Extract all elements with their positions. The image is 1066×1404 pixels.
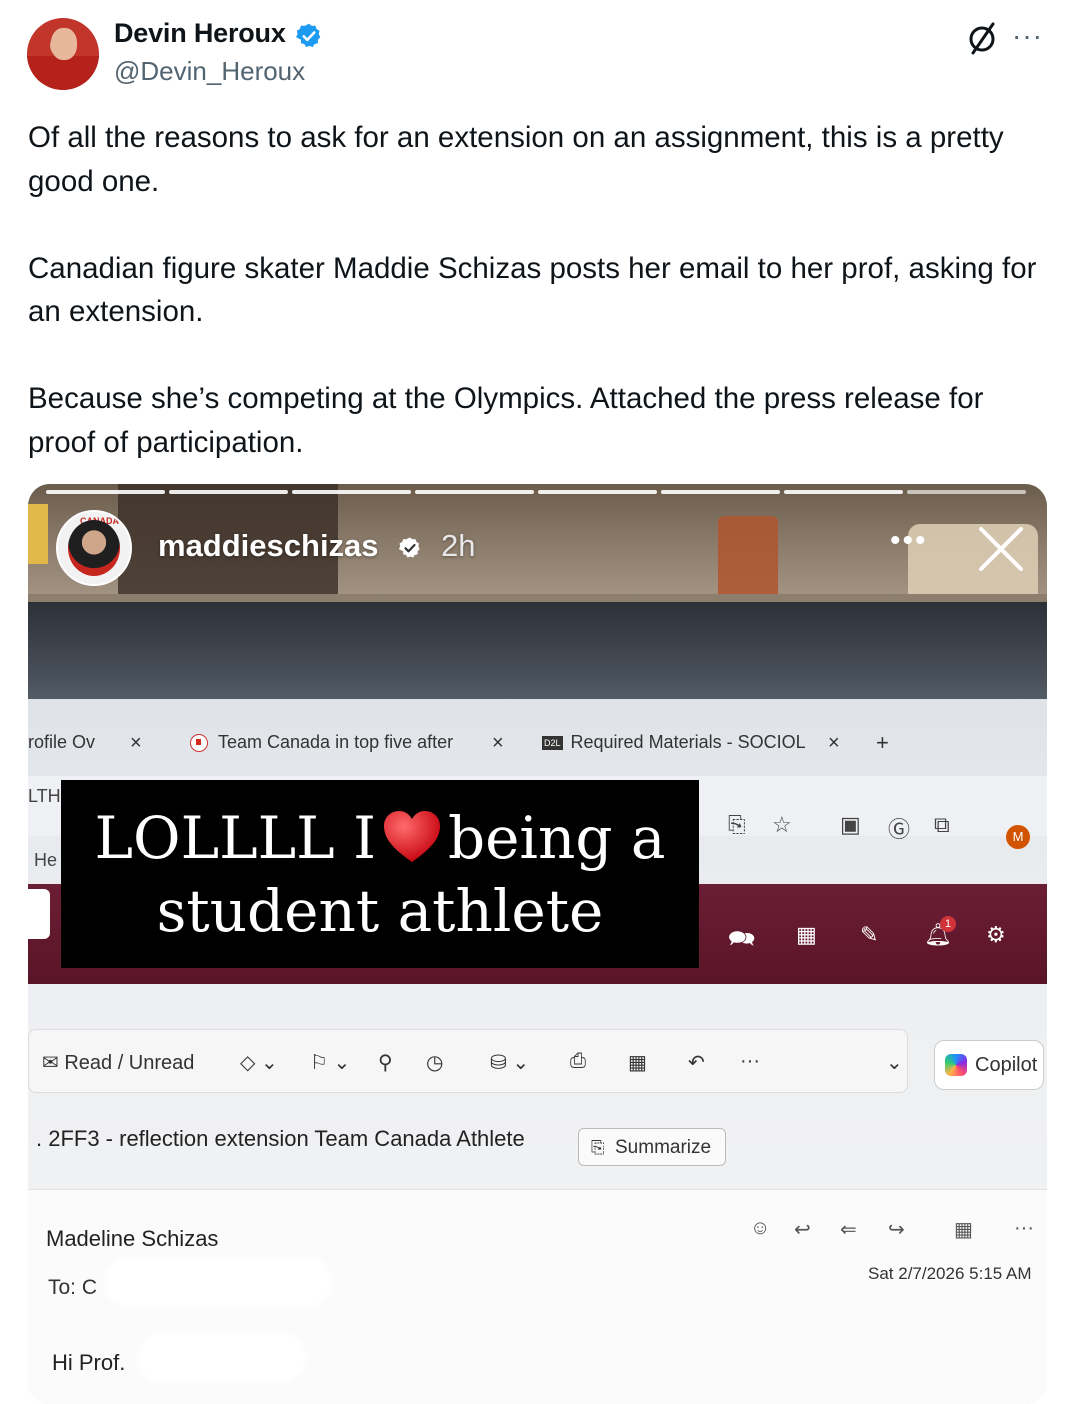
summarize-button[interactable]: ⎘ Summarize (578, 1128, 726, 1166)
story-caption: LOLLLL I being a student athlete (61, 780, 699, 968)
progress-segment (907, 490, 1026, 494)
avatar-shirt (27, 56, 99, 90)
caption-line-2: student athlete (156, 877, 604, 945)
read-unread-button[interactable]: ✉ Read / Unread (42, 1050, 194, 1075)
summarize-icon: ⎘ (591, 1138, 605, 1157)
progress-segment (415, 490, 534, 494)
profile-avatar[interactable]: M (1006, 825, 1030, 849)
my-day-icon[interactable]: ✎ (860, 922, 878, 948)
plant-pot (718, 516, 778, 606)
install-app-icon[interactable]: ⎘ (728, 812, 746, 838)
email-sender[interactable]: Madeline Schizas (46, 1226, 218, 1252)
envelope-icon: ✉ (42, 1052, 59, 1074)
author-name[interactable]: Devin Heroux (114, 18, 286, 49)
tweet-paragraph-2: Canadian figure skater Maddie Schizas po… (28, 251, 1037, 329)
chat-icon[interactable]: 🗪 (728, 922, 755, 960)
story-verified-icon (398, 537, 420, 558)
tag-icon[interactable]: ◇ ⌄ (240, 1050, 278, 1075)
email-subject: . 2FF3 - reflection extension Team Canad… (36, 1126, 525, 1151)
story-close-icon[interactable] (976, 524, 1026, 574)
browser-tab-required-materials[interactable]: D2L Required Materials - SOCIOL (542, 732, 806, 753)
redaction-mask-greeting (138, 1332, 306, 1384)
forward-icon[interactable]: ↪ (888, 1217, 905, 1242)
browser-tab-strip: rofile Ov × Team Canada in top five afte… (28, 724, 1047, 768)
progress-segment (46, 490, 165, 494)
caption-text-start: LOLLLL I (94, 804, 376, 872)
browser-tab-team-canada[interactable]: Team Canada in top five after (190, 732, 453, 753)
search-box[interactable] (28, 889, 50, 939)
bookmark-star-icon[interactable]: ☆ (772, 812, 792, 838)
copilot-label: Copilot (975, 1054, 1038, 1076)
apps-grid-icon[interactable]: ▦ (628, 1050, 647, 1075)
progress-segment (169, 490, 288, 494)
progress-segment (292, 490, 411, 494)
tweet-text: Of all the reasons to ask for an extensi… (28, 116, 1058, 464)
grok-icon[interactable] (962, 18, 1002, 58)
pin-icon[interactable]: ⚲ (378, 1050, 393, 1075)
tweet-media-story-screenshot[interactable]: CANADA maddieschizas 2h ••• rofile Ov × … (28, 484, 1047, 1404)
mail-more-icon[interactable]: ··· (1014, 1217, 1034, 1240)
progress-segment (661, 490, 780, 494)
settings-gear-icon[interactable]: ⚙ (986, 922, 1006, 948)
email-to-label: To: C (48, 1276, 98, 1299)
undo-icon[interactable]: ↶ (688, 1050, 705, 1075)
tweet-paragraph-3: Because she’s competing at the Olympics.… (28, 382, 984, 459)
rules-icon[interactable]: ⛁ ⌄ (490, 1050, 529, 1075)
tab-close-icon[interactable]: × (130, 732, 142, 755)
new-tab-icon[interactable]: + (876, 730, 889, 756)
notification-count-badge: 1 (940, 916, 956, 932)
story-more-icon[interactable]: ••• (890, 524, 928, 558)
author-handle[interactable]: @Devin_Heroux (114, 56, 305, 87)
story-progress-bar (46, 490, 1026, 494)
progress-segment (538, 490, 657, 494)
story-username[interactable]: maddieschizas (158, 528, 379, 564)
mail-apps-icon[interactable]: ▦ (954, 1217, 973, 1242)
email-greeting: Hi Prof. (52, 1350, 126, 1375)
canada-flag-icon (190, 734, 208, 753)
puzzle-extensions-icon[interactable]: ⧉ (934, 812, 950, 838)
story-time: 2h (441, 528, 476, 563)
side-text-bottom: He (34, 850, 58, 870)
copilot-button[interactable]: Copilot (934, 1040, 1044, 1090)
story-avatar[interactable]: CANADA (56, 510, 132, 586)
caption-text-end: being a (447, 804, 666, 872)
tweet-paragraph-1: Of all the reasons to ask for an extensi… (28, 121, 1004, 198)
onenote-icon[interactable]: ▦ (796, 922, 817, 948)
redaction-mask-recipient (104, 1256, 332, 1308)
read-unread-label: Read / Unread (64, 1052, 195, 1074)
emoji-react-icon[interactable]: ☺ (750, 1217, 770, 1240)
avatar-face (51, 28, 77, 60)
reply-all-icon[interactable]: ⇐ (840, 1217, 857, 1242)
red-heart-icon (383, 811, 440, 862)
more-options-icon[interactable]: ··· (1012, 20, 1043, 52)
copilot-icon (945, 1054, 967, 1076)
email-date: Sat 2/7/2026 5:15 AM (868, 1264, 1032, 1283)
ribbon-more-icon[interactable]: ··· (740, 1050, 760, 1073)
snooze-clock-icon[interactable]: ◷ (426, 1050, 443, 1075)
flag-icon[interactable]: ⚐ ⌄ (310, 1050, 350, 1075)
story-avatar-photo (68, 520, 120, 576)
caption-line-1: LOLLLL I being a (61, 802, 699, 874)
ribbon-expand-chevron-icon[interactable]: ⌄ (886, 1050, 903, 1075)
grammarly-icon[interactable]: Ⓖ (888, 812, 910, 844)
extension-icon[interactable]: ▣ (840, 812, 861, 838)
tab-close-icon[interactable]: × (492, 732, 504, 755)
verified-badge-icon (296, 23, 321, 48)
d2l-icon: D2L (542, 736, 563, 751)
tab-label: Required Materials - SOCIOL (570, 732, 806, 752)
progress-segment (784, 490, 903, 494)
tab-label: Team Canada in top five after (218, 732, 454, 752)
summarize-label: Summarize (615, 1137, 712, 1158)
print-icon[interactable]: ⎙ (570, 1050, 586, 1073)
reply-icon[interactable]: ↩ (794, 1217, 811, 1242)
side-text-top: LTH (28, 786, 61, 806)
tab-close-icon[interactable]: × (828, 732, 840, 755)
room-yellow-object (28, 504, 48, 564)
author-avatar[interactable] (27, 18, 99, 90)
browser-tab-profile[interactable]: rofile Ov (28, 732, 95, 753)
